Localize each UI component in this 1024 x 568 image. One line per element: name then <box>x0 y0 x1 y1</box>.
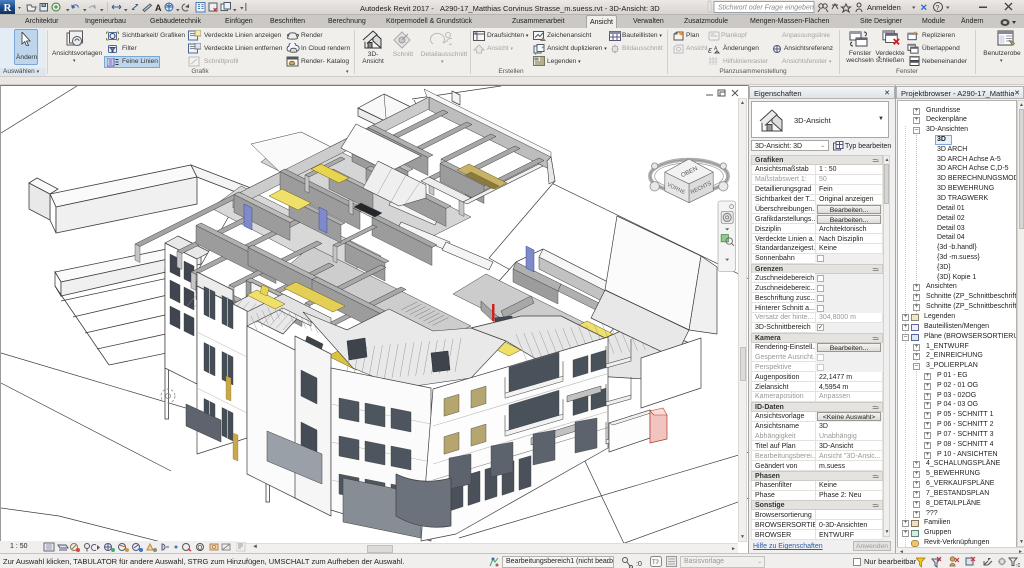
svg-text:Anmelden: Anmelden <box>867 3 901 12</box>
svg-text:ε: ε <box>708 45 713 55</box>
svg-text:A: A <box>155 3 162 13</box>
svg-text::0: :0 <box>1016 563 1020 568</box>
svg-text:?: ? <box>936 5 940 12</box>
svg-text:Tʔ: Tʔ <box>652 560 659 566</box>
svg-text:✕: ✕ <box>920 3 928 13</box>
svg-text:R: R <box>4 2 13 14</box>
svg-text:Stichwort oder Frage eingeben: Stichwort oder Frage eingeben <box>718 5 814 12</box>
svg-text:Q: Q <box>198 546 203 552</box>
svg-text::0: :0 <box>636 561 642 568</box>
